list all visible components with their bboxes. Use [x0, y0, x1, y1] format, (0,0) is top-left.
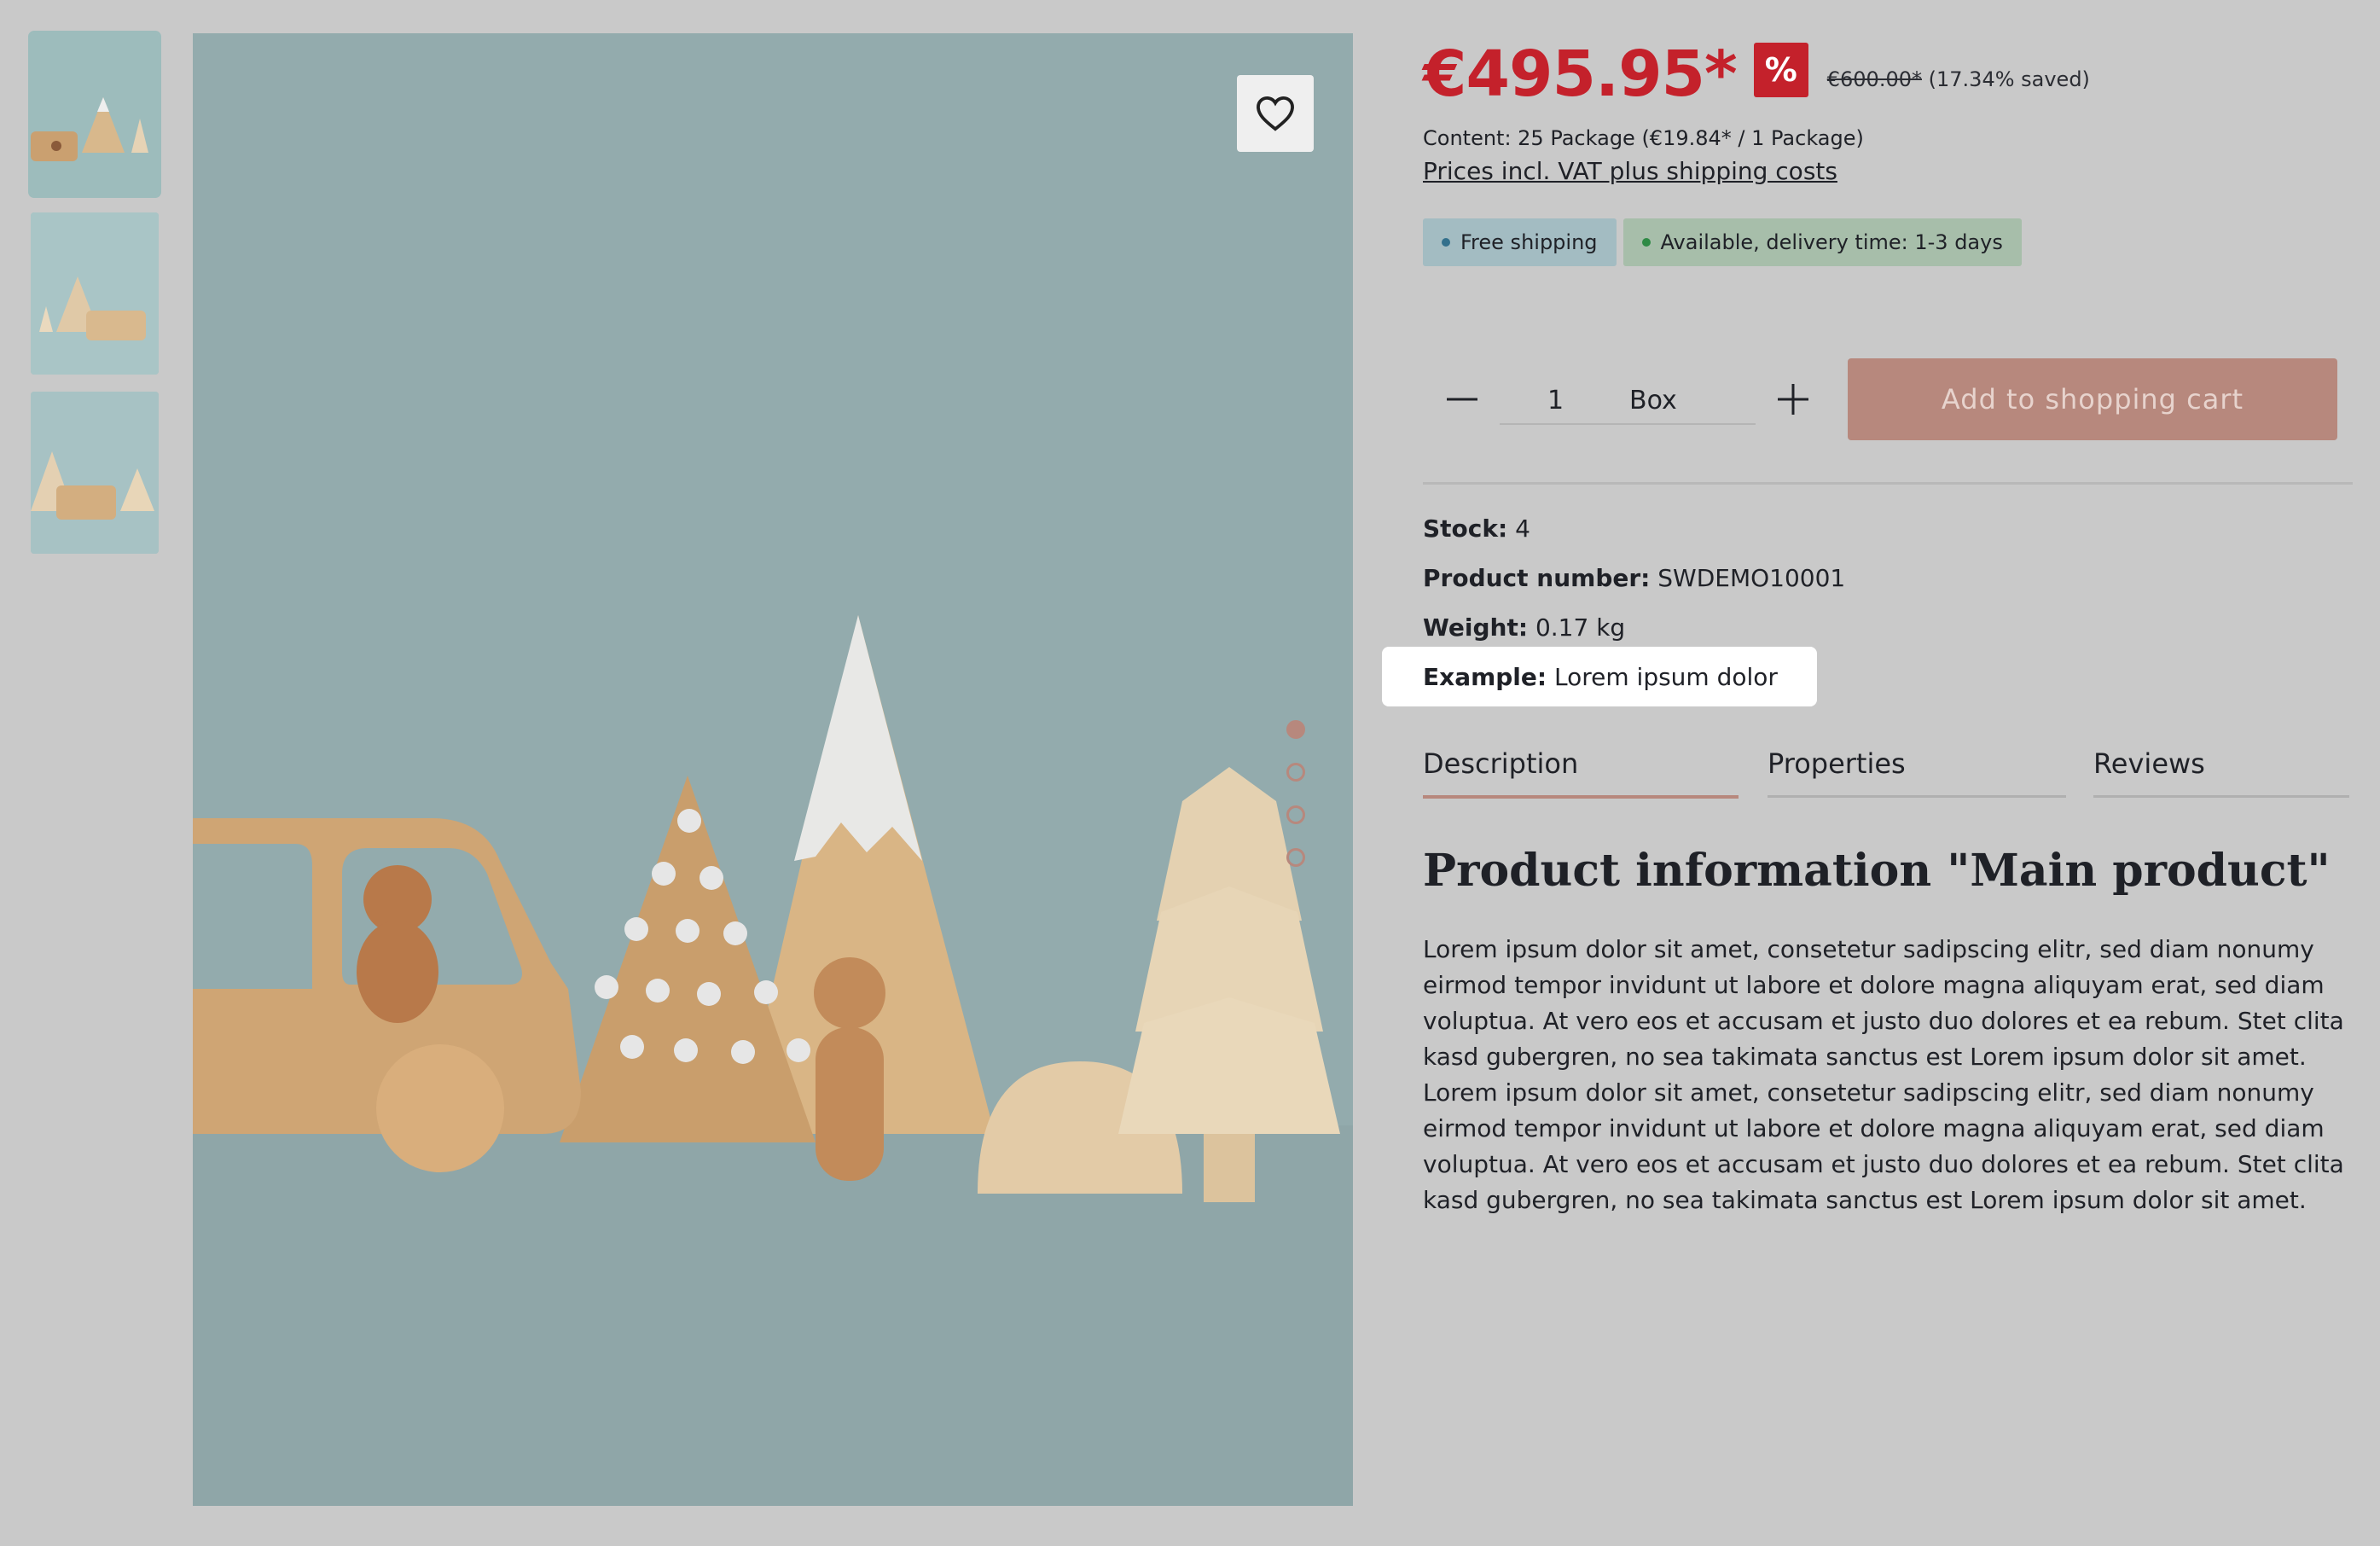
- product-price: €495.95*: [1423, 38, 1738, 111]
- tab-label: Description: [1423, 747, 1579, 780]
- slider-dot-2[interactable]: [1286, 763, 1305, 782]
- availability-text: Available, delivery time: 1-3 days: [1660, 230, 2003, 254]
- spec-stock: Stock: 4: [1423, 512, 1845, 561]
- spec-label: Example:: [1423, 663, 1547, 691]
- saved-percentage: (17.34% saved): [1928, 67, 2090, 91]
- availability-label: Available, delivery time: 1-3 days: [1622, 218, 2022, 266]
- spec-label: Product number:: [1423, 564, 1651, 592]
- plus-icon: [1778, 384, 1808, 415]
- thumbnail-image-1: [31, 33, 159, 195]
- list-price: €600.00* (17.34% saved): [1827, 67, 2090, 91]
- slider-dot-4[interactable]: [1286, 848, 1305, 867]
- thumbnail-image-3: [31, 392, 159, 554]
- slider-dot-1[interactable]: [1286, 720, 1305, 739]
- spec-value: 0.17 kg: [1535, 613, 1626, 642]
- thumbnail-image-2: [31, 212, 159, 375]
- bullet-icon: [1641, 238, 1651, 247]
- add-to-cart-button[interactable]: Add to shopping cart: [1848, 358, 2337, 440]
- tab-reviews[interactable]: Reviews: [2093, 744, 2349, 798]
- heart-icon: [1257, 96, 1294, 131]
- quantity-increase-button[interactable]: [1773, 379, 1814, 420]
- tab-label: Reviews: [2093, 747, 2205, 780]
- quantity-input[interactable]: 1 Box: [1500, 375, 1756, 425]
- spec-value: 4: [1515, 514, 1530, 543]
- product-photo: [193, 33, 1353, 1506]
- thumbnail-list: [28, 31, 161, 571]
- product-image[interactable]: [193, 33, 1353, 1506]
- price-row: €495.95* % €600.00* (17.34% saved): [1423, 38, 2090, 111]
- spec-value: SWDEMO10001: [1657, 564, 1846, 592]
- quantity-value: 1: [1547, 386, 1564, 416]
- quantity-unit: Box: [1629, 386, 1677, 416]
- content-info: Content: 25 Package (€19.84* / 1 Package…: [1423, 126, 1864, 150]
- quantity-decrease-button[interactable]: [1442, 379, 1483, 420]
- vat-shipping-link[interactable]: Prices incl. VAT plus shipping costs: [1423, 157, 1837, 185]
- spec-value: Lorem ipsum dolor: [1554, 663, 1778, 691]
- minus-icon: [1447, 398, 1477, 401]
- thumbnail-1[interactable]: [28, 31, 161, 198]
- product-tabs: Description Properties Reviews: [1423, 744, 2353, 799]
- spec-product-number: Product number: SWDEMO10001: [1423, 561, 1845, 611]
- wishlist-button[interactable]: [1237, 75, 1314, 152]
- tab-properties[interactable]: Properties: [1768, 744, 2066, 798]
- slider-dots: [1286, 720, 1305, 891]
- slider-dot-3[interactable]: [1286, 805, 1305, 824]
- free-shipping-label: Free shipping: [1423, 218, 1617, 266]
- list-price-value: €600.00*: [1826, 67, 1922, 91]
- description-title: Product information "Main product": [1423, 845, 2331, 897]
- product-specs: Stock: 4 Product number: SWDEMO10001 Wei…: [1382, 512, 1845, 710]
- delivery-labels: Free shipping Available, delivery time: …: [1423, 218, 2022, 266]
- thumbnail-2[interactable]: [31, 212, 159, 375]
- quantity-row: 1 Box Add to shopping cart: [1423, 358, 2337, 440]
- description-text: Lorem ipsum dolor sit amet, consetetur s…: [1423, 935, 2344, 1214]
- tab-description[interactable]: Description: [1423, 744, 1739, 799]
- spec-label: Weight:: [1423, 613, 1529, 642]
- bullet-icon: [1442, 238, 1450, 247]
- spec-example: Example: Lorem ipsum dolor: [1423, 660, 1845, 710]
- spec-label: Stock:: [1423, 514, 1508, 543]
- tab-label: Properties: [1768, 747, 1906, 780]
- divider: [1423, 482, 2353, 485]
- free-shipping-text: Free shipping: [1460, 230, 1598, 254]
- discount-badge: %: [1753, 43, 1808, 97]
- thumbnail-3[interactable]: [31, 392, 159, 554]
